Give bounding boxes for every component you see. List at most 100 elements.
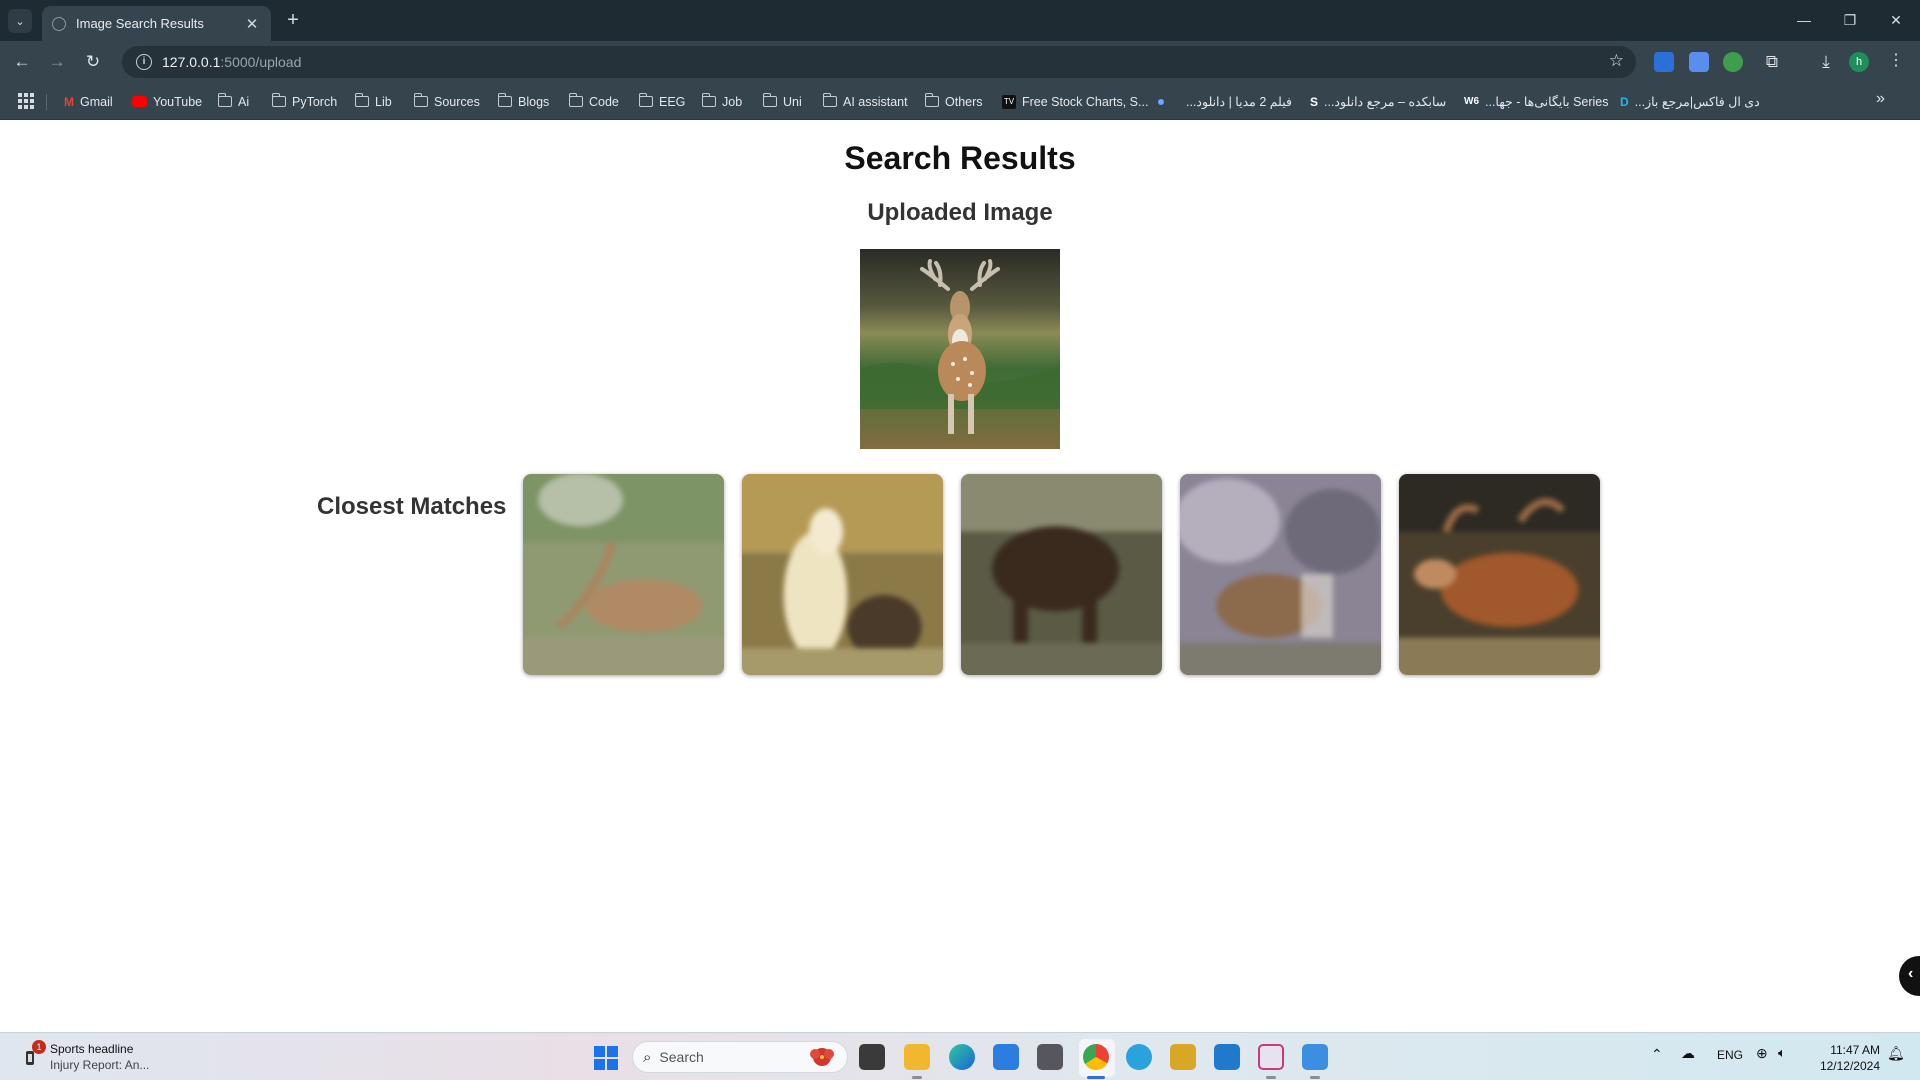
- menu-kebab-icon[interactable]: ⋮: [1888, 50, 1904, 70]
- snipping-tool-icon[interactable]: [1258, 1044, 1284, 1070]
- folder-icon: [822, 93, 837, 107]
- forward-icon[interactable]: →: [45, 50, 69, 74]
- bookmark-subkade[interactable]: S سابکده – مرجع دانلود...: [1310, 91, 1446, 112]
- bookmark-folder-ai[interactable]: Ai: [217, 91, 249, 112]
- language-indicator[interactable]: ENG: [1717, 1048, 1743, 1062]
- match-image-2[interactable]: [742, 474, 943, 675]
- bookmark-folder-uni[interactable]: Uni: [762, 91, 802, 112]
- tab-strip: ⌄ Image Search Results ✕ + — ❐ ✕: [0, 0, 1920, 41]
- bookmark-label: EEG: [659, 94, 686, 109]
- app-cube-icon[interactable]: [1037, 1044, 1063, 1070]
- reload-icon[interactable]: ↻: [81, 50, 105, 74]
- bookmark-folder-code[interactable]: Code: [568, 91, 619, 112]
- tab-search-dropdown-icon[interactable]: ⌄: [8, 9, 32, 33]
- onedrive-icon[interactable]: ☁: [1681, 1045, 1695, 1062]
- s-icon: S: [1310, 94, 1319, 109]
- microsoft-store-icon[interactable]: [993, 1044, 1019, 1070]
- profile-avatar[interactable]: h: [1849, 52, 1869, 72]
- telegram-icon[interactable]: [1126, 1044, 1152, 1070]
- bookmark-dlfox[interactable]: D دی ال فاکس|مرجع باز...: [1620, 91, 1760, 112]
- close-tab-icon[interactable]: ✕: [243, 15, 261, 33]
- folder-icon: [413, 93, 428, 107]
- clock-time: 11:47 AM: [1830, 1043, 1880, 1057]
- google-translate-icon[interactable]: [1689, 52, 1709, 72]
- extensions-puzzle-icon[interactable]: ⧉: [1760, 50, 1784, 74]
- taskbar-search-placeholder: Search: [659, 1049, 704, 1065]
- chrome-icon[interactable]: [1083, 1044, 1109, 1070]
- active-tab[interactable]: Image Search Results ✕: [42, 6, 271, 41]
- url-path: :5000/upload: [220, 54, 302, 70]
- news-subtitle[interactable]: Injury Report: An...: [50, 1058, 149, 1072]
- uploaded-deer-image: [860, 249, 1060, 449]
- bookmark-film2media[interactable]: فیلم 2 مدیا | دانلود...: [1158, 91, 1292, 112]
- extension-translate-icon[interactable]: [1654, 52, 1674, 72]
- bookmark-series-archive[interactable]: W6 Series بایگانی‌ها - جها...: [1464, 91, 1609, 112]
- bookmark-folder-lib[interactable]: Lib: [354, 91, 392, 112]
- bookmark-label: Free Stock Charts, S...: [1022, 94, 1149, 109]
- bookmark-gmail[interactable]: M Gmail: [64, 91, 113, 112]
- vscode-icon[interactable]: [1214, 1044, 1240, 1070]
- bookmark-label: Uni: [783, 94, 802, 109]
- bookmark-label: سابکده – مرجع دانلود...: [1324, 95, 1447, 109]
- system-clock[interactable]: 11:47 AM 12/12/2024: [1810, 1042, 1880, 1074]
- bookmark-label: فیلم 2 مدیا | دانلود...: [1186, 95, 1292, 109]
- more-bookmarks-chevron-icon[interactable]: »: [1876, 90, 1885, 108]
- news-headline[interactable]: Sports headline: [50, 1042, 133, 1056]
- downloads-icon[interactable]: ⤓: [1814, 50, 1838, 74]
- clock-date: 12/12/2024: [1819, 1059, 1880, 1073]
- folder-icon: [271, 93, 286, 107]
- bookmark-folder-sources[interactable]: Sources: [413, 91, 480, 112]
- bookmark-folder-others[interactable]: Others: [924, 91, 983, 112]
- side-panel-toggle-button[interactable]: ‹: [1899, 956, 1920, 996]
- extension-globe-icon[interactable]: [1723, 52, 1743, 72]
- bookmark-label: Others: [945, 94, 983, 109]
- closest-matches-heading: Closest Matches: [317, 493, 507, 520]
- bookmark-folder-job[interactable]: Job: [701, 91, 743, 112]
- new-tab-icon[interactable]: +: [281, 9, 305, 33]
- bookmark-folder-blogs[interactable]: Blogs: [497, 91, 549, 112]
- bookmark-folder-ai-assistant[interactable]: AI assistant: [822, 91, 908, 112]
- file-explorer-icon[interactable]: [904, 1044, 930, 1070]
- taskbar-search-box[interactable]: ⌕ Search: [632, 1041, 848, 1073]
- bookmark-folder-pytorch[interactable]: PyTorch: [271, 91, 337, 112]
- task-view-icon[interactable]: [859, 1044, 885, 1070]
- volume-icon[interactable]: 🔈︎: [1778, 1045, 1786, 1061]
- folder-icon: [638, 93, 653, 107]
- match-image-3[interactable]: [961, 474, 1162, 675]
- folder-icon: [354, 93, 369, 107]
- address-bar[interactable]: i 127.0.0.1:5000/upload ☆: [122, 46, 1636, 78]
- close-window-icon[interactable]: ✕: [1876, 8, 1916, 32]
- match-image-5[interactable]: [1399, 474, 1600, 675]
- notification-bell-icon[interactable]: 🔔︎: [1887, 1045, 1905, 1062]
- youtube-icon: [132, 96, 147, 107]
- bookmark-youtube[interactable]: YouTube: [132, 91, 202, 112]
- bookmark-label: Job: [722, 94, 743, 109]
- edge-icon[interactable]: [949, 1044, 975, 1070]
- restore-icon[interactable]: ❐: [1830, 8, 1870, 32]
- chevron-left-icon: ‹: [1908, 965, 1914, 982]
- app-grid-icon[interactable]: [1170, 1044, 1196, 1070]
- folder-icon: [762, 93, 777, 107]
- match-image-4[interactable]: [1180, 474, 1381, 675]
- tab-title: Image Search Results: [76, 16, 204, 31]
- bookmark-folder-eeg[interactable]: EEG: [638, 91, 686, 112]
- browser-toolbar: ← → ↻ i 127.0.0.1:5000/upload ☆ ⧉ ⤓ h ⋮: [0, 41, 1920, 83]
- minimize-icon[interactable]: —: [1784, 8, 1824, 32]
- bookmark-star-icon[interactable]: ☆: [1609, 51, 1624, 71]
- page-title: Search Results: [844, 140, 1076, 176]
- apps-grid-icon[interactable]: [18, 93, 34, 109]
- folder-icon: [924, 93, 939, 107]
- windows-start-icon[interactable]: [594, 1046, 618, 1070]
- explorer-running-indicator: [912, 1076, 922, 1079]
- folder-icon: [701, 93, 716, 107]
- bookmark-tradingview[interactable]: TV Free Stock Charts, S...: [1002, 91, 1148, 112]
- paint-running-indicator: [1310, 1076, 1320, 1079]
- match-image-1[interactable]: [523, 474, 724, 675]
- folder-icon: [497, 93, 512, 107]
- show-hidden-icons-chevron-icon[interactable]: ⌃: [1651, 1046, 1663, 1063]
- network-globe-icon[interactable]: ⊕: [1756, 1045, 1768, 1062]
- paint-icon[interactable]: [1302, 1044, 1328, 1070]
- site-info-icon[interactable]: i: [136, 54, 152, 70]
- back-icon[interactable]: ←: [10, 50, 34, 74]
- tradingview-icon: TV: [1002, 94, 1016, 109]
